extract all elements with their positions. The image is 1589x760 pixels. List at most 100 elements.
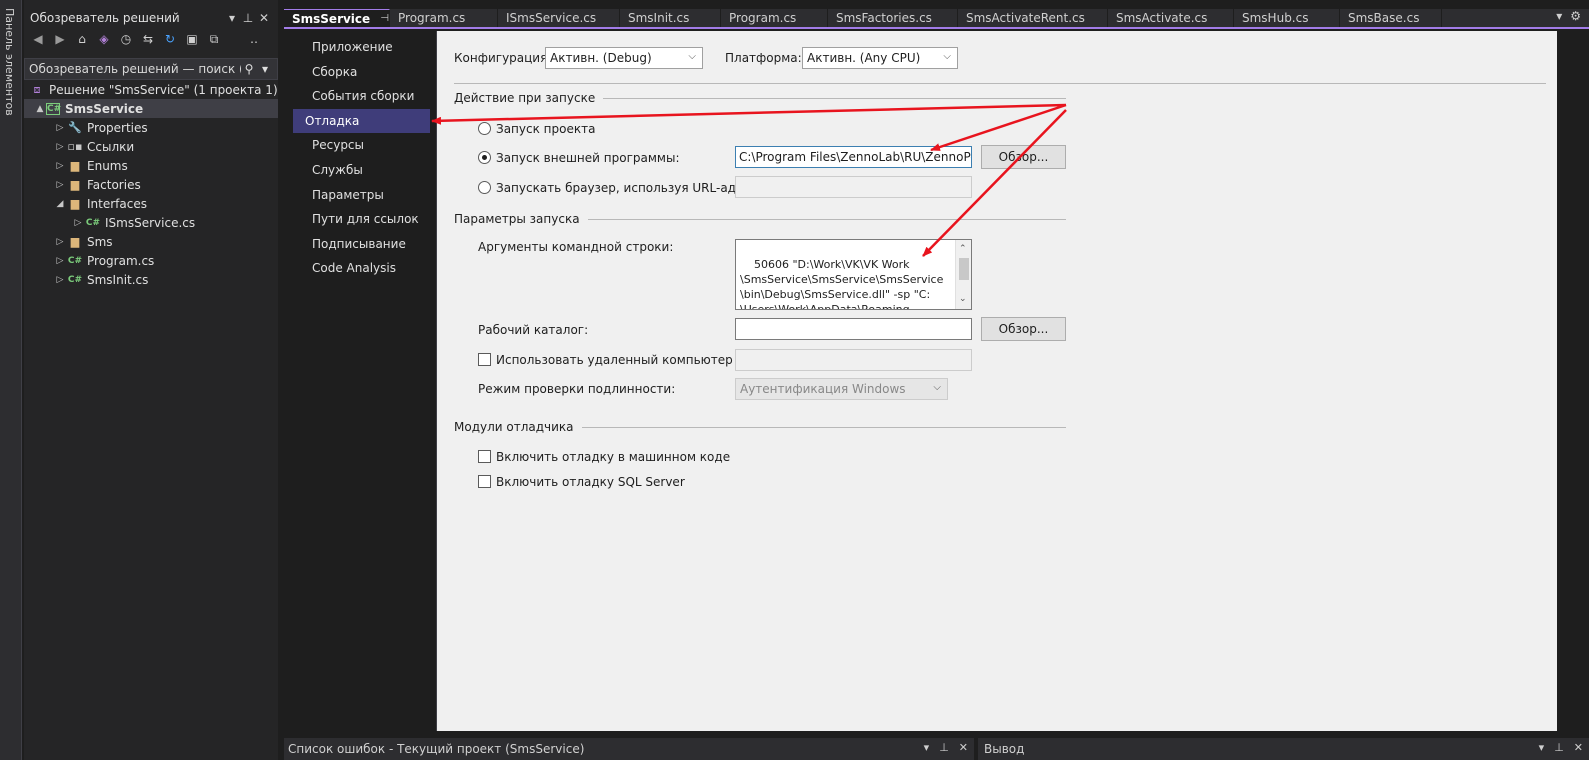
tree-item[interactable]: ▲ C# SmsService (24, 99, 278, 118)
tree-item[interactable]: ▷ C# ISmsService.cs (24, 213, 278, 232)
close-icon[interactable]: ✕ (256, 11, 272, 25)
auth-mode-value: Аутентификация Windows (740, 382, 906, 396)
scroll-thumb[interactable] (959, 258, 969, 280)
tree-item[interactable]: ◢ ▆ Interfaces (24, 194, 278, 213)
search-options-icon[interactable]: ▾ (257, 62, 273, 76)
tree-item[interactable]: ▷ ▫▪ Ссылки (24, 137, 278, 156)
sync-icon[interactable]: ⇆ (140, 32, 156, 46)
pin-icon[interactable]: ⊥ (240, 11, 256, 25)
cmd-args-textarea[interactable]: 50606 "D:\Work\VK\VK Work \SmsService\Sm… (735, 239, 972, 310)
pin-icon[interactable]: ⊣ (380, 13, 389, 24)
external-program-input[interactable]: C:\Program Files\ZennoLab\RU\ZennoPoste (735, 146, 972, 168)
tree-item[interactable]: ▷ ▆ Factories (24, 175, 278, 194)
refresh-icon[interactable]: ↻ (162, 32, 178, 46)
nav-item-1[interactable]: Сборка (292, 60, 430, 85)
expander-icon[interactable]: ▷ (54, 161, 66, 171)
browse-external-button[interactable]: Обзор... (981, 145, 1066, 169)
tree-item[interactable]: ▷ C# SmsInit.cs (24, 270, 278, 289)
nav-item-8[interactable]: Подписывание (292, 232, 430, 257)
nav-item-6[interactable]: Параметры (292, 183, 430, 208)
scroll-up-icon[interactable]: ⌃ (959, 242, 967, 257)
pin-icon[interactable]: ⊥ (1554, 741, 1564, 754)
browse-working-dir-button[interactable]: Обзор... (981, 317, 1066, 341)
nav-item-4[interactable]: Ресурсы (292, 133, 430, 158)
tab-6[interactable]: SmsActivateRent.cs (958, 9, 1108, 27)
browser-url-input[interactable] (735, 176, 972, 198)
dropdown-icon[interactable]: ▾ (224, 11, 240, 25)
native-debug-checkbox[interactable] (478, 450, 491, 463)
tab-0[interactable]: SmsService⊣✕ (284, 9, 407, 27)
output-panel-header[interactable]: Вывод ▾ ⊥ ✕ (978, 738, 1589, 760)
back-icon[interactable]: ◀ (30, 32, 46, 46)
toolbox-strip[interactable]: Панель элементов (0, 0, 22, 760)
remote-machine-label[interactable]: Использовать удаленный компьютер (496, 353, 733, 367)
forward-icon[interactable]: ▶ (52, 32, 68, 46)
auth-mode-select[interactable]: Аутентификация Windows ⌵ (735, 378, 948, 400)
tab-label: SmsInit.cs (628, 11, 690, 25)
expander-icon[interactable]: ▲ (34, 104, 46, 114)
solution-search-input[interactable] (29, 62, 241, 76)
vs-icon[interactable]: ◈ (96, 32, 112, 46)
tab-overflow-icon[interactable]: ▾ (1556, 9, 1562, 23)
remote-machine-input[interactable] (735, 349, 972, 371)
start-browser-label[interactable]: Запускать браузер, используя URL-адрес: (496, 181, 762, 195)
collapse-all-icon[interactable]: ▣ (184, 32, 200, 46)
expander-icon[interactable]: ▷ (54, 237, 66, 247)
platform-select[interactable]: Активн. (Any CPU) ⌵ (802, 47, 958, 69)
show-all-files-icon[interactable]: ⧉ (206, 32, 222, 47)
start-project-label[interactable]: Запуск проекта (496, 122, 595, 136)
tab-8[interactable]: SmsHub.cs (1234, 9, 1340, 27)
expander-icon[interactable]: ◢ (54, 199, 66, 209)
toolbox-label[interactable]: Панель элементов (3, 8, 16, 116)
expander-icon[interactable]: ▷ (54, 123, 66, 133)
tab-5[interactable]: SmsFactories.cs (828, 9, 958, 27)
history-icon[interactable]: ◷ (118, 32, 134, 46)
configuration-select[interactable]: Активн. (Debug) ⌵ (545, 47, 703, 69)
sql-debug-checkbox[interactable] (478, 475, 491, 488)
tree-item[interactable]: ▷ ▆ Sms (24, 232, 278, 251)
working-dir-input[interactable] (735, 318, 972, 340)
expander-icon[interactable]: ▷ (54, 256, 66, 266)
scroll-down-icon[interactable]: ⌄ (959, 292, 967, 307)
close-icon[interactable]: ✕ (1574, 741, 1583, 754)
expander-icon[interactable]: ▷ (54, 180, 66, 190)
more-options-icon[interactable]: ‥ (246, 32, 262, 46)
cmd-args-scrollbar[interactable]: ⌃ ⌄ (955, 240, 971, 309)
dropdown-icon[interactable]: ▾ (924, 741, 930, 754)
tree-item[interactable]: ⧈ Решение "SmsService" (1 проекта 1) (24, 80, 278, 99)
nav-item-0[interactable]: Приложение (292, 35, 430, 60)
tab-2[interactable]: ISmsService.cs (498, 9, 620, 27)
search-icon[interactable]: ⚲ (241, 62, 257, 76)
tab-1[interactable]: Program.cs (390, 9, 498, 27)
dropdown-icon[interactable]: ▾ (1539, 741, 1545, 754)
tree-item[interactable]: ▷ ▆ Enums (24, 156, 278, 175)
expander-icon[interactable]: ▷ (72, 218, 84, 228)
native-debug-label[interactable]: Включить отладку в машинном коде (496, 450, 730, 464)
error-list-panel-header[interactable]: Список ошибок - Текущий проект (SmsServi… (284, 738, 974, 760)
remote-machine-checkbox[interactable] (478, 353, 491, 366)
start-external-label[interactable]: Запуск внешней программы: (496, 151, 679, 165)
nav-item-7[interactable]: Пути для ссылок (292, 207, 430, 232)
tree-item[interactable]: ▷ C# Program.cs (24, 251, 278, 270)
start-project-radio[interactable] (478, 122, 491, 135)
cmd-args-value: 50606 "D:\Work\VK\VK Work \SmsService\Sm… (740, 258, 944, 310)
expander-icon[interactable]: ▷ (54, 142, 66, 152)
tab-7[interactable]: SmsActivate.cs (1108, 9, 1234, 27)
nav-item-2[interactable]: События сборки (292, 84, 430, 109)
tree-item[interactable]: ▷ 🔧 Properties (24, 118, 278, 137)
pin-icon[interactable]: ⊥ (939, 741, 949, 754)
solution-search-box[interactable]: ⚲ ▾ (24, 58, 278, 80)
home-icon[interactable]: ⌂ (74, 32, 90, 46)
tab-9[interactable]: SmsBase.cs (1340, 9, 1442, 27)
settings-icon[interactable]: ⚙ (1570, 9, 1581, 23)
tab-3[interactable]: SmsInit.cs (620, 9, 721, 27)
nav-item-5[interactable]: Службы (292, 158, 430, 183)
tab-4[interactable]: Program.cs (721, 9, 828, 27)
nav-item-3[interactable]: Отладка (293, 108, 430, 134)
start-browser-radio[interactable] (478, 181, 491, 194)
nav-item-9[interactable]: Code Analysis (292, 256, 430, 281)
start-external-radio[interactable] (478, 151, 491, 164)
expander-icon[interactable]: ▷ (54, 275, 66, 285)
sql-debug-label[interactable]: Включить отладку SQL Server (496, 475, 685, 489)
close-icon[interactable]: ✕ (959, 741, 968, 754)
